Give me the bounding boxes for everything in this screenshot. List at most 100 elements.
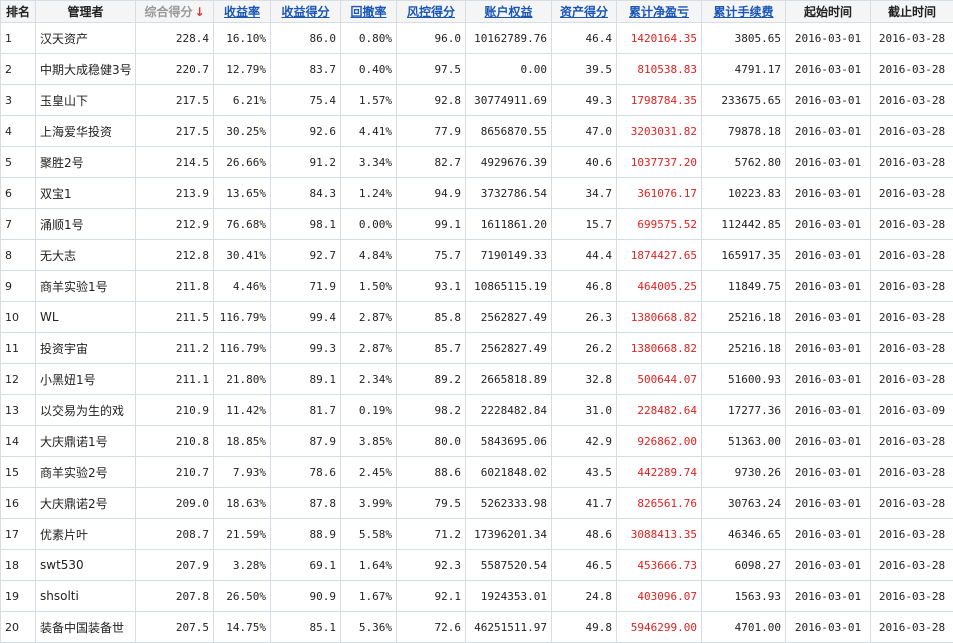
table-row: 6双宝1213.913.65%84.31.24%94.93732786.5434… xyxy=(1,178,953,209)
cell-fees: 25216.18 xyxy=(702,333,786,364)
table-row: 11投资宇宙211.2116.79%99.32.87%85.72562827.4… xyxy=(1,333,953,364)
cell-return-rate: 12.79% xyxy=(214,54,271,85)
cell-return-rate: 7.93% xyxy=(214,457,271,488)
header-account-equity[interactable]: 账户权益 xyxy=(466,1,552,23)
cell-manager: 涌顺1号 xyxy=(36,209,136,240)
cell-drawdown-rate: 3.99% xyxy=(341,488,397,519)
cell-net-pnl: 453666.73 xyxy=(617,550,702,581)
cell-fees: 112442.85 xyxy=(702,209,786,240)
cell-rank: 15 xyxy=(1,457,36,488)
cell-drawdown-rate: 1.50% xyxy=(341,271,397,302)
header-composite-score[interactable]: 综合得分↓ xyxy=(136,1,214,23)
cell-fees: 165917.35 xyxy=(702,240,786,271)
cell-rank: 4 xyxy=(1,116,36,147)
cell-composite-score: 212.9 xyxy=(136,209,214,240)
header-return-score[interactable]: 收益得分 xyxy=(271,1,341,23)
cell-fees: 5762.80 xyxy=(702,147,786,178)
cell-account-equity: 10865115.19 xyxy=(466,271,552,302)
header-manager: 管理者 xyxy=(36,1,136,23)
cell-rank: 11 xyxy=(1,333,36,364)
table-header: 排名 管理者 综合得分↓ 收益率 收益得分 回撤率 风控得分 账户权益 资产得分… xyxy=(1,1,953,23)
cell-end-time: 2016-03-28 xyxy=(871,240,953,271)
cell-fees: 11849.75 xyxy=(702,271,786,302)
cell-manager: 上海爱华投资 xyxy=(36,116,136,147)
cell-start-time: 2016-03-01 xyxy=(786,302,871,333)
cell-account-equity: 3732786.54 xyxy=(466,178,552,209)
cell-composite-score: 211.5 xyxy=(136,302,214,333)
cell-account-equity: 5843695.06 xyxy=(466,426,552,457)
cell-manager: 玉皇山下 xyxy=(36,85,136,116)
cell-fees: 25216.18 xyxy=(702,302,786,333)
cell-risk-score: 71.2 xyxy=(397,519,466,550)
cell-rank: 19 xyxy=(1,581,36,612)
cell-start-time: 2016-03-01 xyxy=(786,209,871,240)
cell-rank: 6 xyxy=(1,178,36,209)
cell-fees: 30763.24 xyxy=(702,488,786,519)
cell-return-score: 86.0 xyxy=(271,23,341,54)
cell-net-pnl: 1380668.82 xyxy=(617,302,702,333)
cell-drawdown-rate: 1.67% xyxy=(341,581,397,612)
cell-asset-score: 48.6 xyxy=(552,519,617,550)
cell-manager: 商羊实验2号 xyxy=(36,457,136,488)
cell-asset-score: 46.4 xyxy=(552,23,617,54)
cell-risk-score: 96.0 xyxy=(397,23,466,54)
cell-fees: 17277.36 xyxy=(702,395,786,426)
cell-manager: 无大志 xyxy=(36,240,136,271)
cell-drawdown-rate: 2.45% xyxy=(341,457,397,488)
cell-drawdown-rate: 0.19% xyxy=(341,395,397,426)
header-drawdown-rate[interactable]: 回撤率 xyxy=(341,1,397,23)
cell-asset-score: 34.7 xyxy=(552,178,617,209)
cell-drawdown-rate: 0.00% xyxy=(341,209,397,240)
header-composite-score-label[interactable]: 综合得分 xyxy=(144,5,192,19)
cell-start-time: 2016-03-01 xyxy=(786,271,871,302)
cell-asset-score: 31.0 xyxy=(552,395,617,426)
cell-drawdown-rate: 0.40% xyxy=(341,54,397,85)
cell-fees: 79878.18 xyxy=(702,116,786,147)
header-return-rate[interactable]: 收益率 xyxy=(214,1,271,23)
cell-net-pnl: 500644.07 xyxy=(617,364,702,395)
cell-return-rate: 18.63% xyxy=(214,488,271,519)
cell-return-score: 89.1 xyxy=(271,364,341,395)
cell-start-time: 2016-03-01 xyxy=(786,147,871,178)
cell-asset-score: 40.6 xyxy=(552,147,617,178)
cell-return-score: 69.1 xyxy=(271,550,341,581)
cell-manager: 聚胜2号 xyxy=(36,147,136,178)
cell-manager: 以交易为生的戏 xyxy=(36,395,136,426)
cell-net-pnl: 442289.74 xyxy=(617,457,702,488)
cell-composite-score: 212.8 xyxy=(136,240,214,271)
header-fees[interactable]: 累计手续费 xyxy=(702,1,786,23)
cell-risk-score: 85.7 xyxy=(397,333,466,364)
cell-net-pnl: 3203031.82 xyxy=(617,116,702,147)
cell-risk-score: 77.9 xyxy=(397,116,466,147)
cell-manager: 中期大成稳健3号 xyxy=(36,54,136,85)
cell-net-pnl: 1380668.82 xyxy=(617,333,702,364)
cell-composite-score: 211.8 xyxy=(136,271,214,302)
cell-composite-score: 220.7 xyxy=(136,54,214,85)
cell-start-time: 2016-03-01 xyxy=(786,23,871,54)
cell-composite-score: 208.7 xyxy=(136,519,214,550)
table-row: 5聚胜2号214.526.66%91.23.34%82.74929676.394… xyxy=(1,147,953,178)
cell-risk-score: 99.1 xyxy=(397,209,466,240)
cell-risk-score: 85.8 xyxy=(397,302,466,333)
cell-asset-score: 46.5 xyxy=(552,550,617,581)
header-net-pnl[interactable]: 累计净盈亏 xyxy=(617,1,702,23)
cell-drawdown-rate: 4.84% xyxy=(341,240,397,271)
cell-return-score: 84.3 xyxy=(271,178,341,209)
cell-start-time: 2016-03-01 xyxy=(786,612,871,643)
cell-net-pnl: 810538.83 xyxy=(617,54,702,85)
table-body: 1汉天资产228.416.10%86.00.80%96.010162789.76… xyxy=(1,23,953,643)
cell-end-time: 2016-03-28 xyxy=(871,550,953,581)
cell-start-time: 2016-03-01 xyxy=(786,581,871,612)
cell-return-rate: 16.10% xyxy=(214,23,271,54)
cell-asset-score: 24.8 xyxy=(552,581,617,612)
cell-manager: 双宝1 xyxy=(36,178,136,209)
cell-fees: 3805.65 xyxy=(702,23,786,54)
table-row: 4上海爱华投资217.530.25%92.64.41%77.98656870.5… xyxy=(1,116,953,147)
cell-rank: 8 xyxy=(1,240,36,271)
header-asset-score[interactable]: 资产得分 xyxy=(552,1,617,23)
cell-manager: 投资宇宙 xyxy=(36,333,136,364)
cell-return-score: 92.7 xyxy=(271,240,341,271)
cell-manager: 大庆鼎诺1号 xyxy=(36,426,136,457)
cell-asset-score: 43.5 xyxy=(552,457,617,488)
header-risk-score[interactable]: 风控得分 xyxy=(397,1,466,23)
